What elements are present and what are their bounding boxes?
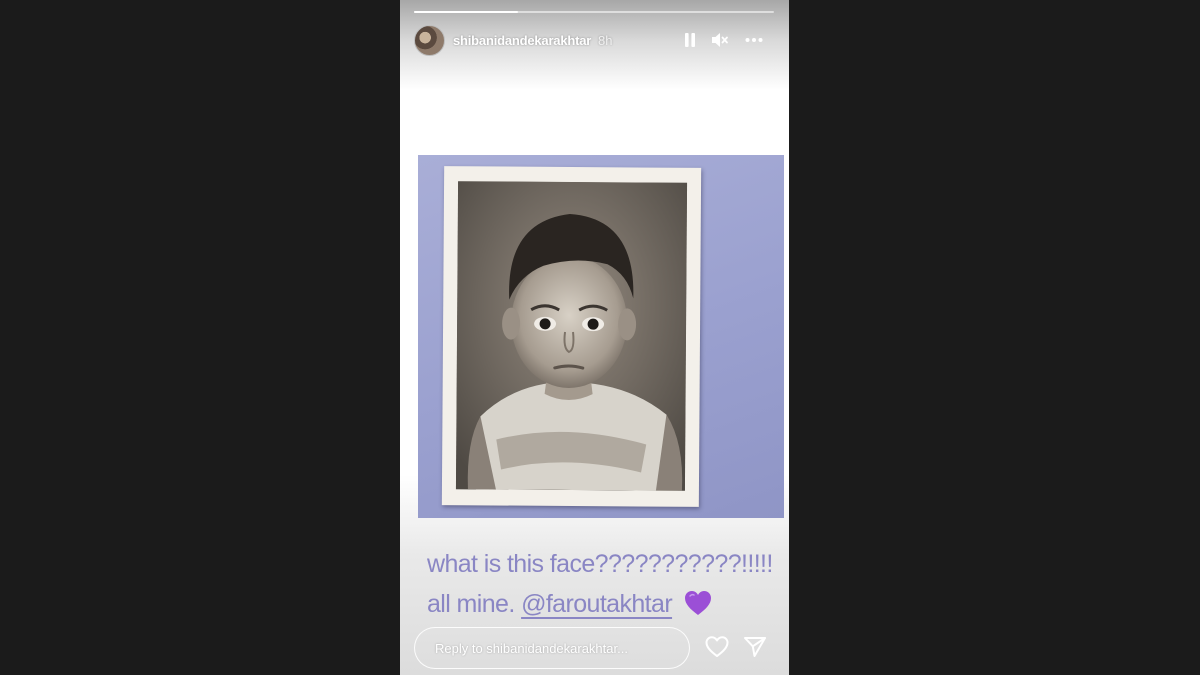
child-portrait-image	[455, 181, 688, 491]
reply-input[interactable]: Reply to shibanidandekarakhtar...	[414, 627, 690, 669]
portrait-illustration	[455, 181, 688, 491]
story-progress-fill	[414, 11, 519, 13]
more-dots-icon	[745, 38, 763, 42]
more-options-button[interactable]	[744, 30, 764, 50]
story-progress-bar	[414, 11, 774, 13]
story-photo	[418, 155, 784, 518]
caption-line-2-text: all mine.	[427, 590, 515, 618]
like-button[interactable]	[704, 634, 730, 660]
caption-line-1: what is this face???????????!!!!!	[427, 550, 773, 578]
story-timestamp: 8h	[598, 33, 613, 48]
paper-plane-icon	[744, 637, 766, 657]
mention-link[interactable]: @faroutakhtar	[521, 590, 673, 618]
mute-button[interactable]	[710, 30, 730, 50]
vintage-photo-print	[441, 166, 702, 507]
story-viewer[interactable]: shibanidandekarakhtar 8h what is this fa…	[400, 0, 789, 675]
caption-line-2: all mine. @faroutakhtar	[427, 584, 773, 624]
reply-placeholder: Reply to shibanidandekarakhtar...	[435, 641, 628, 656]
share-button[interactable]	[742, 634, 768, 660]
username[interactable]: shibanidandekarakhtar	[453, 33, 591, 48]
profile-avatar[interactable]	[414, 25, 445, 56]
pause-button[interactable]	[680, 30, 700, 50]
speaker-muted-icon	[712, 33, 728, 47]
heart-outline-icon	[705, 636, 729, 657]
pause-icon	[685, 33, 695, 47]
story-caption: what is this face???????????!!!!! all mi…	[427, 544, 773, 624]
story-header: shibanidandekarakhtar 8h	[414, 24, 776, 56]
purple-heart-icon	[684, 588, 712, 615]
